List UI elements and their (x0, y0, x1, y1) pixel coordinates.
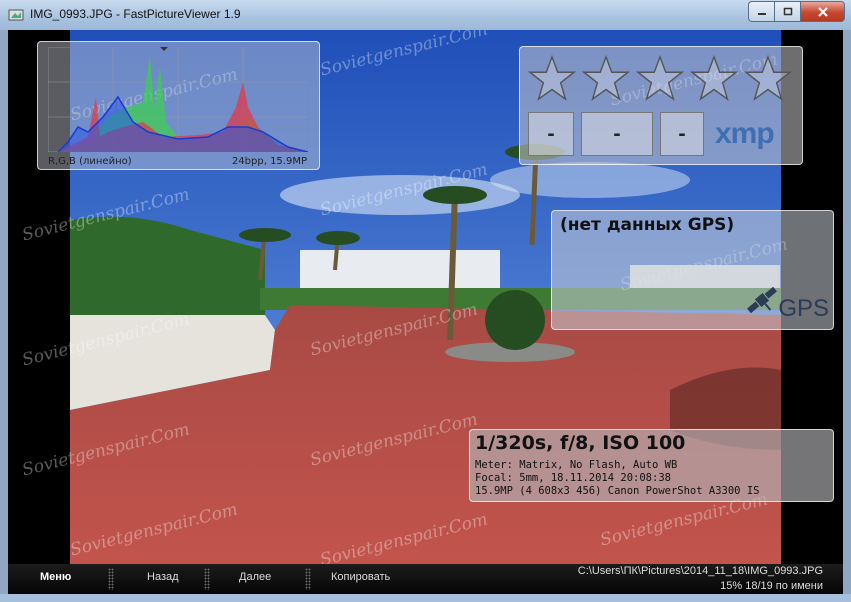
title-bar: IMG_0993.JPG - FastPictureViewer 1.9 (0, 0, 851, 30)
star-rating[interactable] (528, 55, 792, 101)
window-bottom-border (0, 594, 851, 602)
image-viewer[interactable]: Sovietgenspair.Com Sovietgenspair.Com So… (8, 30, 843, 564)
star-icon[interactable] (636, 55, 684, 101)
toolbar-grip (204, 568, 210, 590)
histogram-info-label: 24bpp, 15.9MP (231, 156, 307, 167)
rating-panel: - - - xmp (519, 46, 803, 165)
exposure-summary: 1/320s, f/8, ISO 100 (475, 432, 686, 454)
gps-panel: (нет данных GPS) GPS (551, 210, 834, 330)
star-icon[interactable] (528, 55, 576, 101)
window-title: IMG_0993.JPG - FastPictureViewer 1.9 (30, 7, 241, 21)
exif-focal: Focal: 5mm, 18.11.2014 20:08:38 (475, 472, 671, 484)
gps-status: (нет данных GPS) (560, 215, 735, 235)
next-button[interactable]: Далее (239, 571, 271, 583)
exif-camera: 15.9MP (4 608x3 456) Canon PowerShot A33… (475, 485, 760, 497)
label-slot-3[interactable]: - (660, 112, 704, 156)
back-button[interactable]: Назад (147, 571, 179, 583)
maximize-icon (783, 7, 792, 15)
minimize-button[interactable] (748, 1, 774, 22)
app-icon (8, 9, 24, 21)
histogram-mode-label: R,G,B (линейно) (48, 156, 132, 167)
star-icon[interactable] (744, 55, 792, 101)
minimize-icon (757, 12, 766, 15)
exif-panel: 1/320s, f/8, ISO 100 Meter: Matrix, No F… (469, 429, 834, 502)
star-icon[interactable] (690, 55, 738, 101)
status-info: 15% 18/19 по имени (720, 580, 823, 592)
copy-button[interactable]: Копировать (331, 571, 390, 583)
histogram-chart (48, 47, 308, 152)
menu-button[interactable]: Меню (40, 571, 71, 583)
label-slot-1[interactable]: - (528, 112, 574, 156)
xmp-slots: - - - xmp (528, 112, 775, 156)
satellite-icon (747, 286, 777, 314)
gps-label: GPS (778, 295, 829, 322)
toolbar-grip (305, 568, 311, 590)
histogram-panel[interactable]: R,G,B (линейно) 24bpp, 15.9MP (37, 41, 320, 170)
close-button[interactable] (800, 1, 845, 22)
window-controls (748, 1, 845, 22)
xmp-logo: xmp (715, 117, 775, 150)
file-path: C:\Users\ПК\Pictures\2014_11_18\IMG_0993… (577, 565, 823, 577)
close-icon (817, 6, 828, 17)
star-icon[interactable] (582, 55, 630, 101)
exif-meter: Meter: Matrix, No Flash, Auto WB (475, 459, 678, 471)
toolbar-grip (108, 568, 114, 590)
bottom-toolbar: Меню Назад Далее Копировать C:\Users\ПК\… (8, 564, 843, 594)
label-slot-2[interactable]: - (581, 112, 653, 156)
maximize-button[interactable] (774, 1, 800, 22)
